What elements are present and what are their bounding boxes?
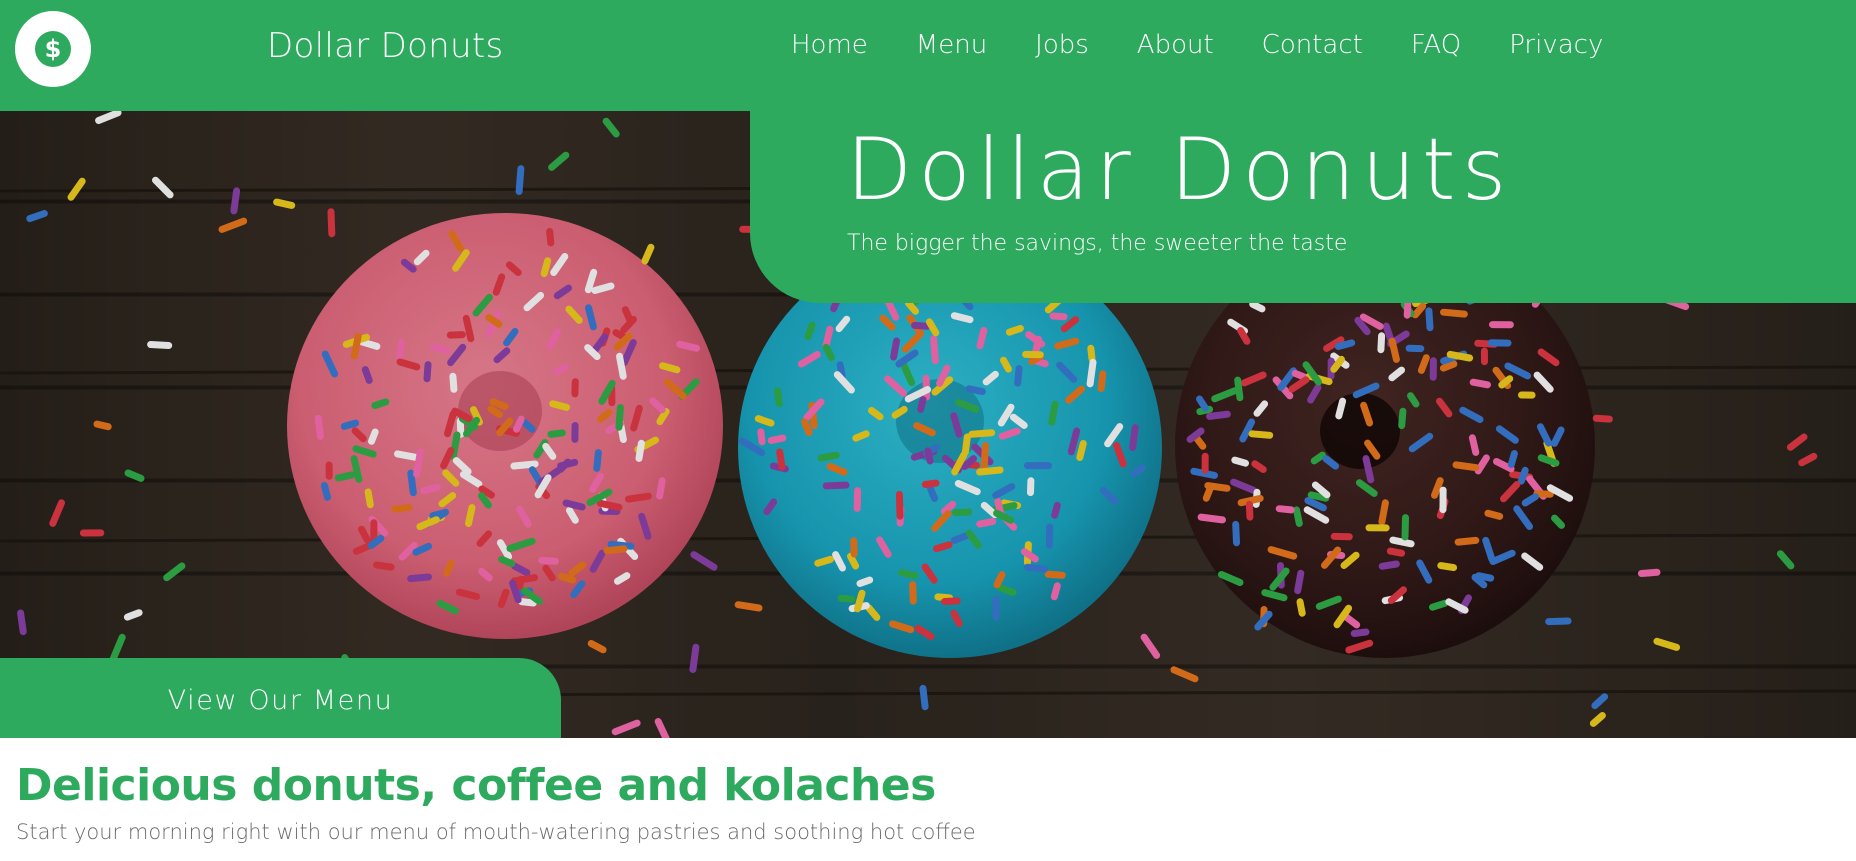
hero-tagline: The bigger the savings, the sweeter the … <box>847 231 1348 256</box>
intro-text: Start your morning right with our menu o… <box>16 820 976 844</box>
dollar-coin-icon: $ <box>35 31 71 67</box>
nav-home[interactable]: Home <box>791 30 868 60</box>
nav-faq[interactable]: FAQ <box>1411 30 1461 60</box>
nav-about[interactable]: About <box>1137 30 1214 60</box>
site-logo[interactable]: $ <box>15 11 91 87</box>
nav-contact[interactable]: Contact <box>1262 30 1363 60</box>
view-menu-button[interactable]: View Our Menu <box>0 658 561 738</box>
view-menu-label: View Our Menu <box>167 684 394 716</box>
site-header: $ Dollar Donuts Home Menu Jobs About Con… <box>0 0 1856 111</box>
hero-section: Dollar Donuts The bigger the savings, th… <box>0 111 1856 738</box>
main-nav: Home Menu Jobs About Contact FAQ Privacy <box>791 30 1603 60</box>
nav-menu[interactable]: Menu <box>916 30 987 60</box>
hero-title: Dollar Donuts <box>846 120 1513 220</box>
hero-title-panel: Dollar Donuts The bigger the savings, th… <box>750 111 1856 303</box>
nav-privacy[interactable]: Privacy <box>1509 30 1603 60</box>
intro-heading: Delicious donuts, coffee and kolaches <box>16 760 936 811</box>
brand-name[interactable]: Dollar Donuts <box>267 26 504 66</box>
nav-jobs[interactable]: Jobs <box>1035 30 1089 60</box>
